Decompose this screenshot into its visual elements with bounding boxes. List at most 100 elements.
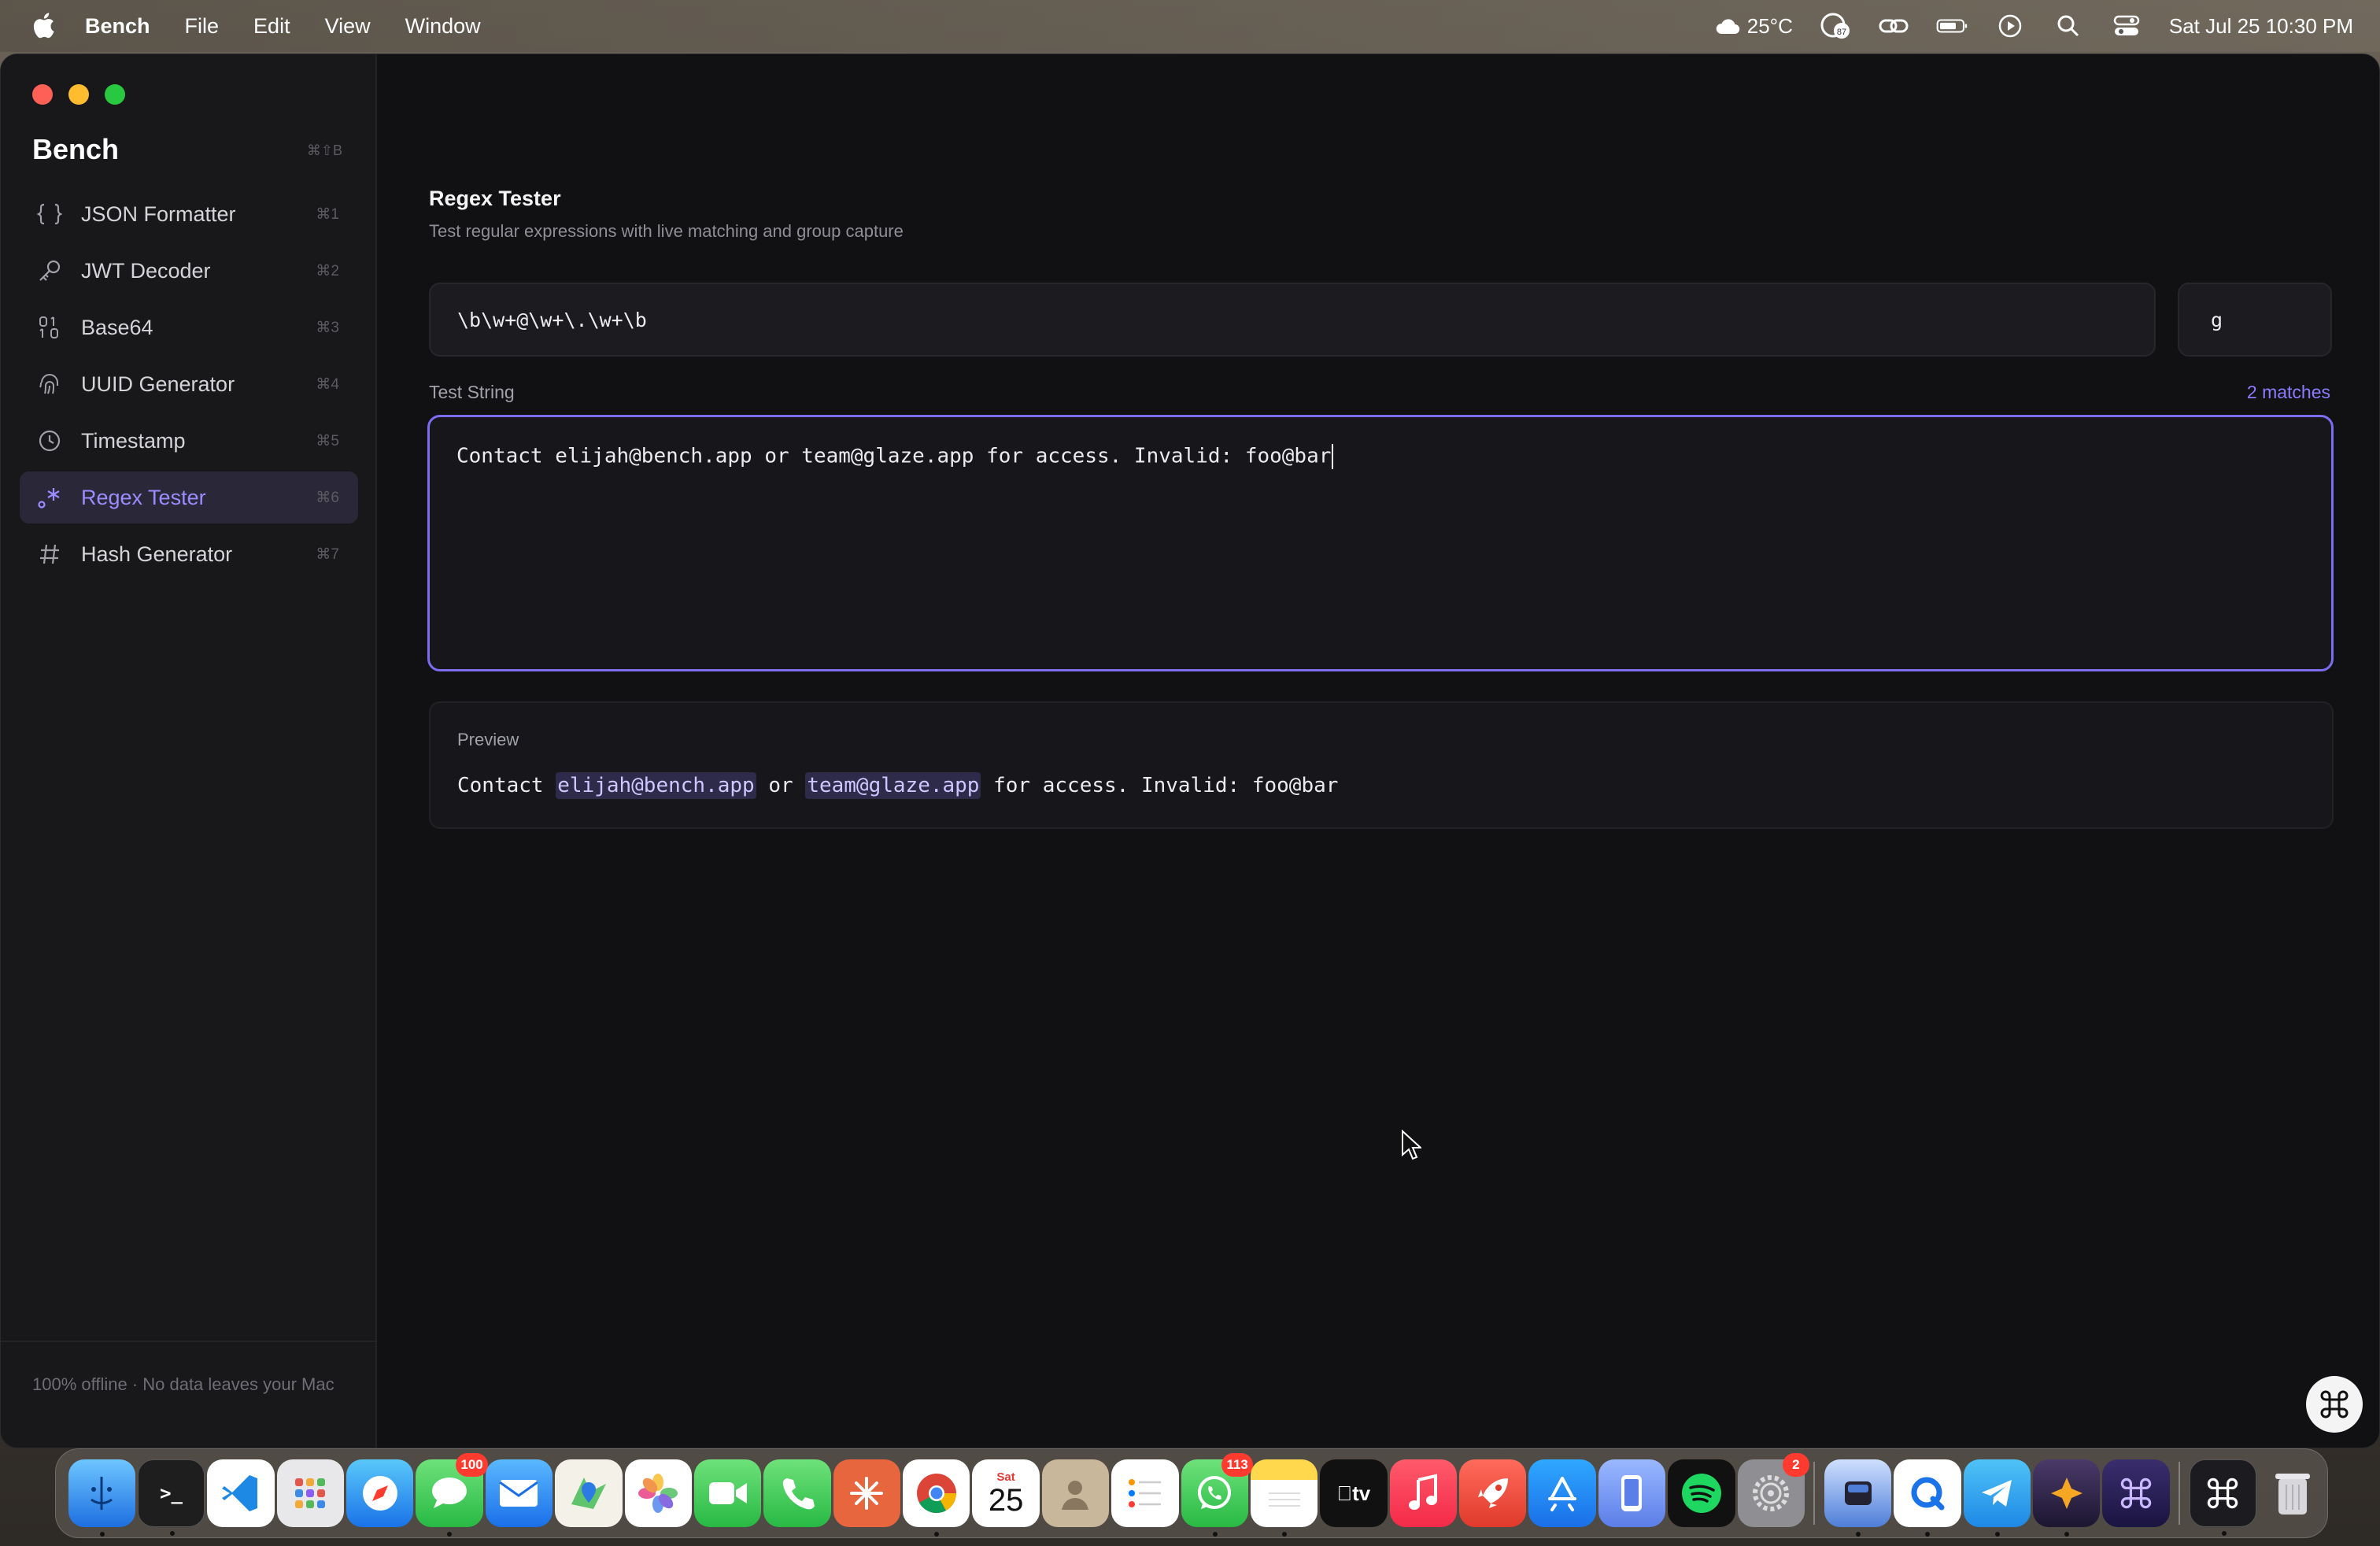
dock-separator	[1813, 1462, 1816, 1525]
test-string-input[interactable]: Contact elijah@bench.app or team@glaze.a…	[427, 415, 2334, 671]
minimize-window-button[interactable]	[68, 84, 89, 105]
apple-menu-icon[interactable]	[31, 11, 55, 39]
sidebar-item-regex-tester[interactable]: Regex Tester ⌘6	[20, 472, 358, 523]
sidebar-item-json-formatter[interactable]: JSON Formatter ⌘1	[20, 188, 358, 240]
tv-label: tv	[1344, 1481, 1370, 1505]
telegram-icon[interactable]	[1963, 1459, 2031, 1537]
test-string-text: Contact elijah@bench.app or team@glaze.a…	[456, 444, 1332, 468]
regex-pattern-input[interactable]: \b\w+@\w+\.\w+\b	[429, 283, 2156, 357]
sidebar-item-uuid-generator[interactable]: UUID Generator ⌘4	[20, 358, 358, 410]
qbrowser-icon[interactable]	[1894, 1459, 1961, 1537]
binary-icon	[35, 313, 64, 342]
bench-app-icon[interactable]	[2189, 1459, 2257, 1536]
sidebar-item-label: Base64	[81, 315, 153, 339]
menu-clock[interactable]: Sat Jul 25 10:30 PM	[2169, 14, 2353, 39]
test-string-label: Test String	[429, 382, 515, 402]
safari-icon[interactable]	[346, 1459, 414, 1527]
weather-status[interactable]: 25°C	[1714, 14, 1793, 39]
battery-icon[interactable]	[1936, 12, 1968, 40]
preview-plain-text: Contact	[457, 774, 556, 797]
menu-window[interactable]: Window	[405, 14, 481, 39]
search-icon[interactable]	[2053, 12, 2084, 40]
menu-bar: Bench File Edit View Window 25°C 87 Sat …	[0, 0, 2380, 52]
app-store-icon[interactable]	[1528, 1459, 1596, 1527]
photos-icon[interactable]	[624, 1459, 692, 1527]
tool-nav: JSON Formatter ⌘1 JWT Decoder ⌘2 Base64 …	[20, 188, 358, 585]
spotify-icon[interactable]	[1668, 1459, 1735, 1527]
facetime-icon[interactable]	[693, 1459, 762, 1527]
status-badge-icon[interactable]: 87	[1820, 12, 1851, 40]
sidebar-footer: 100% offline · No data leaves your Mac	[1, 1341, 375, 1448]
messages-badge: 100	[456, 1453, 488, 1477]
contacts-icon[interactable]	[1041, 1459, 1110, 1527]
sidebar-item-shortcut: ⌘3	[316, 319, 339, 336]
dock: >_ 100 Sat25 113 tv 2	[55, 1448, 2328, 1538]
launchpad-icon[interactable]	[276, 1459, 345, 1527]
sidebar-item-label: JSON Formatter	[81, 202, 236, 226]
sidebar-item-label: Hash Generator	[81, 542, 233, 566]
game-icon[interactable]	[2033, 1459, 2101, 1537]
dock-separator	[2179, 1462, 2181, 1525]
zoom-window-button[interactable]	[105, 84, 125, 105]
page-title: Regex Tester	[429, 187, 561, 210]
sidebar-item-hash-generator[interactable]: Hash Generator ⌘7	[20, 528, 358, 580]
menu-app-name[interactable]: Bench	[85, 14, 150, 39]
phone-icon[interactable]	[763, 1459, 831, 1527]
whatsapp-icon[interactable]: 113	[1181, 1453, 1253, 1537]
claude-icon[interactable]	[833, 1459, 901, 1527]
calendar-icon[interactable]: Sat 25	[972, 1459, 1040, 1527]
key-icon	[35, 257, 64, 285]
sidebar-item-label: UUID Generator	[81, 372, 235, 396]
menu-edit[interactable]: Edit	[253, 14, 290, 39]
preview-match-highlight: elijah@bench.app	[556, 772, 756, 799]
music-icon[interactable]	[1389, 1459, 1458, 1527]
messages-icon[interactable]: 100	[416, 1453, 488, 1537]
link-icon[interactable]	[1878, 12, 1909, 40]
preview-match-highlight: team@glaze.app	[805, 772, 981, 799]
preview-panel: Preview Contact elijah@bench.app or team…	[429, 701, 2334, 829]
trash-icon[interactable]	[2259, 1459, 2326, 1527]
preview-plain-text: or	[756, 774, 806, 797]
brand-title: Bench	[32, 133, 120, 165]
sidebar-item-label: Timestamp	[81, 428, 186, 453]
cloud-icon	[1716, 19, 1740, 35]
sidebar-item-base64[interactable]: Base64 ⌘3	[20, 301, 358, 353]
sidebar-item-timestamp[interactable]: Timestamp ⌘5	[20, 415, 358, 467]
notes-icon[interactable]	[1250, 1459, 1318, 1537]
window-controls	[32, 84, 125, 105]
maps-icon[interactable]	[555, 1459, 623, 1527]
close-window-button[interactable]	[32, 84, 53, 105]
chrome-icon[interactable]	[903, 1459, 970, 1537]
sidebar-item-shortcut: ⌘4	[316, 375, 339, 393]
menu-file[interactable]: File	[185, 14, 220, 39]
vscode-icon[interactable]	[207, 1459, 275, 1527]
system-settings-icon[interactable]: 2	[1737, 1453, 1809, 1527]
regex-icon	[35, 483, 64, 512]
terminal-icon[interactable]: >_	[137, 1459, 205, 1536]
apple-tv-icon[interactable]: tv	[1320, 1459, 1388, 1527]
menu-view[interactable]: View	[325, 14, 371, 39]
brand-shortcut: ⌘⇧B	[306, 142, 342, 158]
sidebar-item-shortcut: ⌘2	[316, 262, 339, 279]
command-palette-button[interactable]	[2306, 1376, 2363, 1433]
preview-plain-text: for access. Invalid: foo@bar	[981, 774, 1339, 797]
mail-icon[interactable]	[485, 1459, 553, 1527]
finder-icon[interactable]	[68, 1459, 135, 1537]
simulator-icon[interactable]	[1598, 1459, 1666, 1527]
preview-text: Contact elijah@bench.app or team@glaze.a…	[457, 772, 2305, 799]
control-center-icon[interactable]	[2111, 12, 2142, 40]
disk-utility-icon[interactable]	[1824, 1459, 1892, 1537]
rocket-icon[interactable]	[1459, 1459, 1527, 1527]
braces-icon	[35, 200, 64, 228]
reminders-icon[interactable]	[1111, 1459, 1179, 1527]
calendar-date: 25	[988, 1482, 1024, 1518]
sidebar-item-shortcut: ⌘5	[316, 432, 339, 449]
play-icon[interactable]	[1994, 12, 2026, 40]
regex-flags-input[interactable]: g	[2178, 283, 2332, 357]
command-icon	[2320, 1390, 2349, 1418]
sidebar-item-jwt-decoder[interactable]: JWT Decoder ⌘2	[20, 245, 358, 297]
match-count-badge: 2 matches	[2246, 382, 2330, 402]
shortcut-app-icon[interactable]	[2102, 1459, 2170, 1527]
sidebar: Bench ⌘⇧B JSON Formatter ⌘1 JWT Decoder …	[1, 54, 377, 1448]
app-window: Bench ⌘⇧B JSON Formatter ⌘1 JWT Decoder …	[0, 54, 2380, 1448]
